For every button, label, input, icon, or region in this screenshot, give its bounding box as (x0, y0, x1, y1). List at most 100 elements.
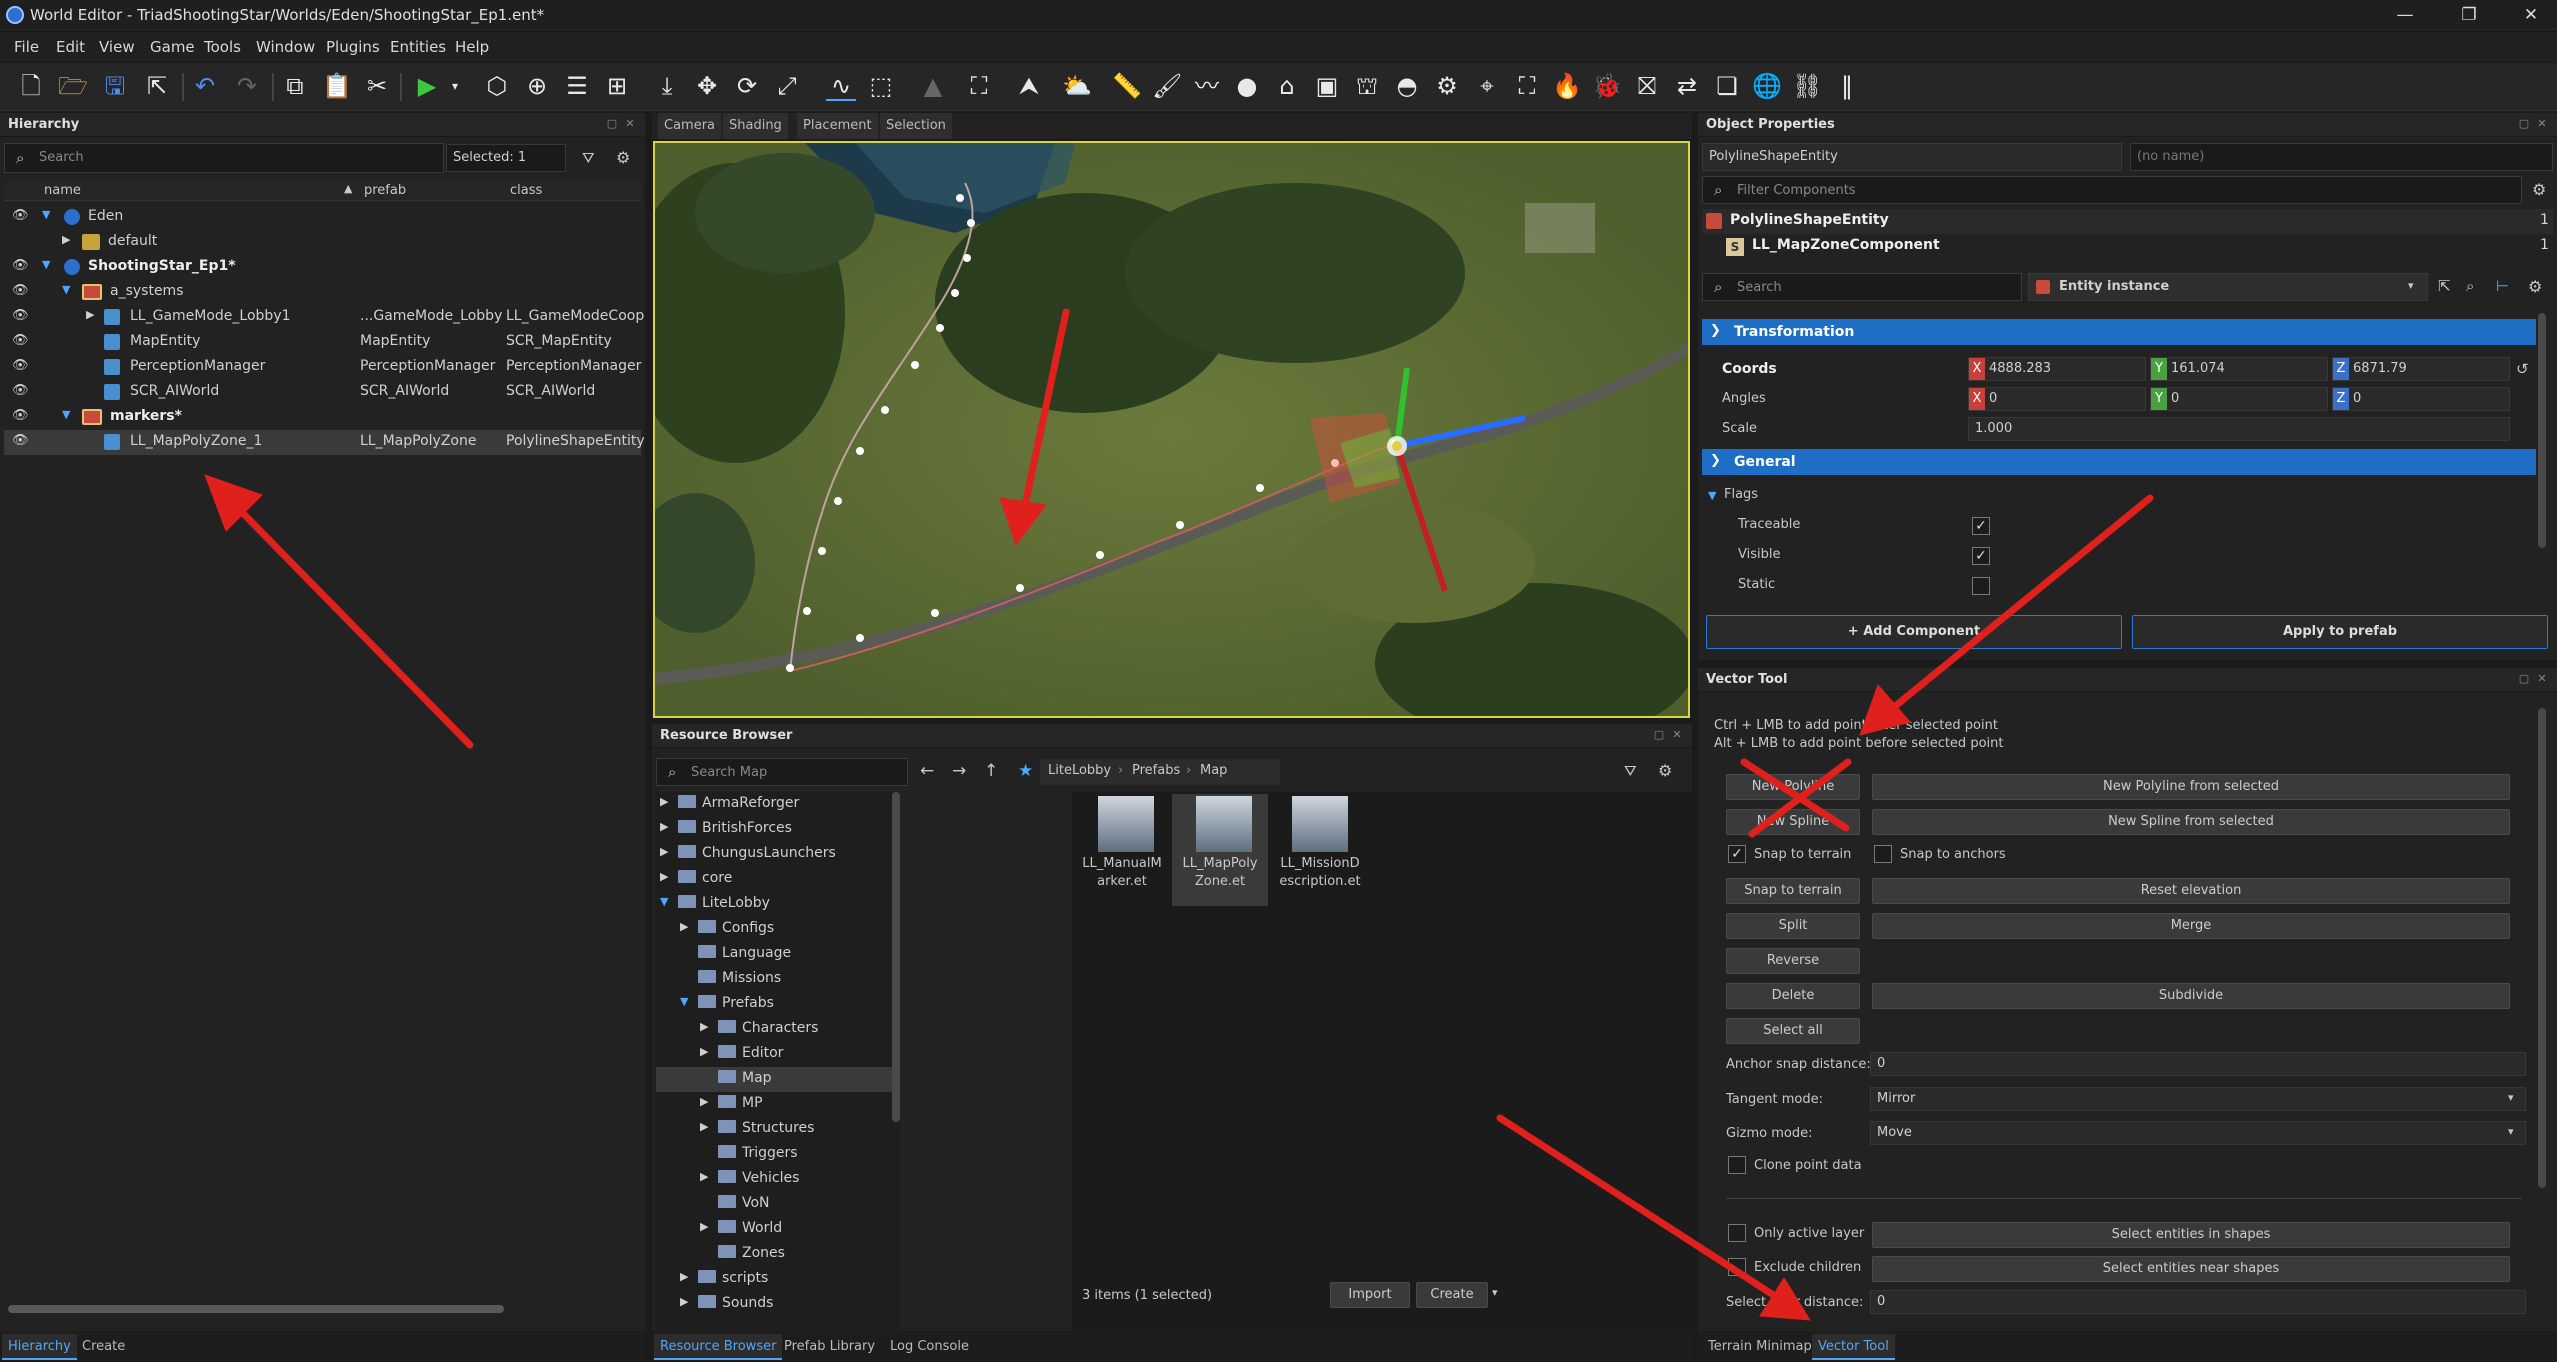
import-button[interactable]: Import (1330, 1282, 1410, 1308)
menu-plugins[interactable]: Plugins (326, 38, 380, 56)
tree-view-icon[interactable]: ⊢ (2496, 277, 2509, 295)
folder-characters[interactable]: ▶ Characters (656, 1017, 900, 1042)
swap-icon[interactable]: ⇄ (1672, 71, 1702, 101)
binoculars-icon[interactable]: ⛶ (964, 71, 994, 101)
snap-to-terrain-button[interactable]: Snap to terrain (1726, 878, 1860, 904)
filter-icon[interactable]: ⛛ (582, 149, 595, 167)
file-item[interactable]: LL_MissionD escription.et (1268, 794, 1372, 906)
cut-icon[interactable]: ✂ (362, 71, 392, 101)
open-external-icon[interactable]: ⇱ (2438, 277, 2451, 295)
menu-window[interactable]: Window (256, 38, 315, 56)
reverse-button[interactable]: Reverse (1726, 948, 1860, 974)
export-icon[interactable]: ⇱ (142, 71, 172, 101)
rotate-icon[interactable]: ⟳ (732, 71, 762, 101)
traceable-checkbox[interactable]: ✓ (1972, 517, 1990, 535)
frame-icon[interactable]: ⛶ (1512, 71, 1542, 101)
entity-name-input[interactable]: (no name) (2130, 143, 2553, 171)
save-icon[interactable]: 🖫 (100, 71, 130, 101)
pause-icon[interactable]: ‖ (1832, 71, 1862, 101)
gizmo-mode-select[interactable]: Move (1870, 1121, 2526, 1145)
tree-row-eden[interactable]: 👁 ▼ Eden (0, 205, 641, 230)
play-options-chevron-icon[interactable]: ▾ (440, 71, 470, 101)
filter-components-input[interactable]: Filter Components (1702, 176, 2522, 204)
expand-chevron-icon[interactable]: ▼ (1708, 489, 1716, 502)
folder-editor[interactable]: ▶ Editor (656, 1042, 900, 1067)
folder-prefabs[interactable]: ▼ Prefabs (656, 992, 900, 1017)
visible-checkbox[interactable]: ✓ (1972, 547, 1990, 565)
globe-icon[interactable]: 🌐 (1752, 71, 1782, 101)
menu-game[interactable]: Game (150, 38, 195, 56)
tree-row-mappolyzone-selected[interactable]: 👁 LL_MapPolyZone_1 LL_MapPolyZone Polyli… (4, 430, 645, 455)
forward-arrow-icon[interactable]: → (952, 761, 966, 781)
close-window-button[interactable]: ✕ (2508, 2, 2554, 28)
eye-icon[interactable]: 👁 (12, 433, 29, 448)
folder-von[interactable]: VoN (656, 1192, 900, 1217)
reset-icon[interactable]: ↺ (2516, 360, 2529, 378)
fire-icon[interactable]: 🔥 (1552, 71, 1582, 101)
minimize-button[interactable]: — (2382, 2, 2428, 28)
structure-icon[interactable]: ⛫ (1352, 71, 1382, 101)
tree-row-perception[interactable]: 👁 PerceptionManager PerceptionManager Pe… (0, 355, 641, 380)
breadcrumb-item[interactable]: LiteLobby (1048, 763, 1111, 778)
collapse-chevron-icon[interactable]: ❯ (1710, 323, 1721, 338)
breadcrumb-item[interactable]: Prefabs (1132, 763, 1180, 778)
resource-search-input[interactable]: Search Map (656, 758, 908, 786)
folder-britishforces[interactable]: ▶ BritishForces (656, 817, 900, 842)
play-icon[interactable]: ▶ (412, 71, 442, 101)
tab-create[interactable]: Create (76, 1334, 131, 1360)
menu-tools[interactable]: Tools (204, 38, 241, 56)
ground-align-icon[interactable]: ⤓ (652, 71, 682, 101)
house-icon[interactable]: ⌂ (1272, 71, 1302, 101)
folder-mp[interactable]: ▶ MP (656, 1092, 900, 1117)
coord-x-input[interactable]: X 4888.283 (1968, 357, 2146, 381)
component-row[interactable]: S LL_MapZoneComponent 1 (1702, 234, 2553, 259)
eye-icon[interactable]: 👁 (12, 283, 29, 298)
navigate-icon[interactable]: ⮝ (1014, 71, 1044, 101)
file-item[interactable]: LL_ManualM arker.et (1074, 794, 1170, 906)
apply-to-prefab-button[interactable]: Apply to prefab (2132, 615, 2548, 649)
vector-tool-icon[interactable]: ∿ (826, 71, 856, 101)
menu-file[interactable]: File (14, 38, 39, 56)
collapse-chevron-icon[interactable]: ❯ (1710, 453, 1721, 468)
stack-icon[interactable]: ❏ (1712, 71, 1742, 101)
folder-litelobby[interactable]: ▼ LiteLobby (656, 892, 900, 917)
angle-x-input[interactable]: X0 (1968, 387, 2146, 411)
gear-icon[interactable]: ⚙ (2528, 277, 2542, 296)
snap-to-terrain-checkbox[interactable]: ✓ (1728, 845, 1746, 863)
folder-language[interactable]: Language (656, 942, 900, 967)
folder-missions[interactable]: Missions (656, 967, 900, 992)
move-icon[interactable]: ✥ (692, 71, 722, 101)
tree-row-shootingstar[interactable]: 👁 ▼ ShootingStar_Ep1* (0, 255, 641, 280)
tab-shading[interactable]: Shading (723, 113, 788, 139)
tab-camera[interactable]: Camera (658, 113, 722, 139)
eye-icon[interactable]: 👁 (12, 358, 29, 373)
close-panel-icon[interactable]: ✕ (623, 117, 637, 131)
merge-button[interactable]: Merge (1872, 913, 2510, 939)
close-panel-icon[interactable]: ✕ (2535, 117, 2549, 131)
gear-icon[interactable]: ⚙ (2532, 180, 2546, 199)
tab-vector-tool[interactable]: Vector Tool (1812, 1334, 1895, 1360)
layers-icon[interactable]: ☰ (562, 71, 592, 101)
column-class[interactable]: class (510, 183, 542, 198)
split-button[interactable]: Split (1726, 913, 1860, 939)
find-icon[interactable]: ⌕ (2466, 277, 2474, 295)
hierarchy-search-input[interactable]: Search (4, 143, 444, 173)
copy-icon[interactable]: ⧉ (280, 71, 310, 101)
menu-edit[interactable]: Edit (56, 38, 85, 56)
redo-icon[interactable]: ↷ (232, 71, 262, 101)
dropdown-chevron-icon[interactable]: ▾ (2508, 1125, 2514, 1138)
snap-to-anchors-checkbox[interactable] (1874, 845, 1892, 863)
folder-scripts[interactable]: ▶ scripts (656, 1267, 900, 1292)
vertical-scrollbar[interactable] (2538, 708, 2546, 1188)
expand-chevron-icon[interactable]: ▼ (42, 258, 50, 271)
terrain-icon[interactable]: ▲ (918, 71, 948, 101)
maximize-button[interactable]: ❐ (2446, 2, 2492, 28)
expand-chevron-icon[interactable]: ▼ (62, 408, 70, 421)
vertical-scrollbar[interactable] (2538, 313, 2546, 548)
eye-icon[interactable]: 👁 (12, 258, 29, 273)
subdivide-button[interactable]: Subdivide (1872, 983, 2510, 1009)
viewport-3d[interactable] (653, 141, 1690, 718)
undock-icon[interactable]: ▢ (605, 117, 619, 131)
angle-z-input[interactable]: Z0 (2332, 387, 2510, 411)
tab-terrain-minimap[interactable]: Terrain Minimap (1702, 1334, 1818, 1360)
